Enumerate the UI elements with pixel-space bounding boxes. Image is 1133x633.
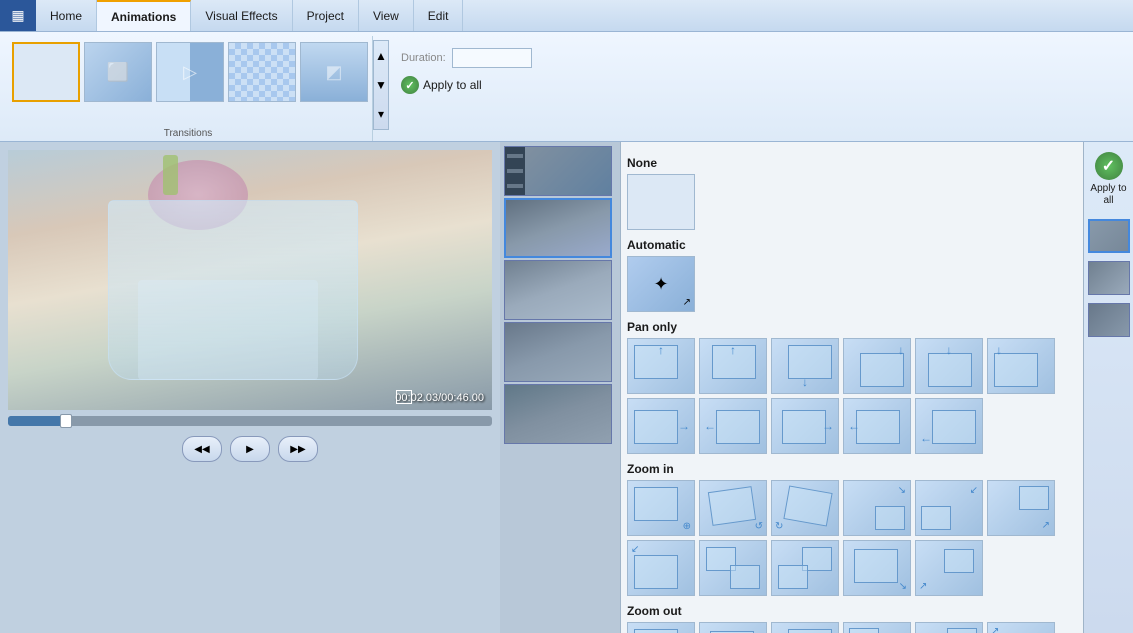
- video-preview: 00:02.03/00:46.00: [8, 150, 492, 410]
- pan-up[interactable]: ↑: [699, 338, 767, 394]
- zoom-out-5[interactable]: ↘: [915, 622, 983, 633]
- right-clip-2[interactable]: [1088, 261, 1130, 295]
- pan-left[interactable]: →: [627, 398, 695, 454]
- pan-only-grid: ↑ ↑ ↓ ↓ ↓: [627, 338, 1077, 454]
- tab-project[interactable]: Project: [293, 0, 359, 31]
- duration-row: Duration:: [401, 48, 532, 68]
- transition-split[interactable]: ◩: [300, 42, 368, 102]
- zoom-in-2[interactable]: ↺: [699, 480, 767, 536]
- forward-button[interactable]: ▶▶: [278, 436, 318, 462]
- automatic-grid: ✦ ↗: [627, 256, 1077, 312]
- strip-clip-4[interactable]: [504, 322, 612, 382]
- zoom-out-3[interactable]: ↗: [771, 622, 839, 633]
- zoom-in-7[interactable]: ↙: [627, 540, 695, 596]
- right-clip-1[interactable]: [1088, 219, 1130, 253]
- timeline-bar[interactable]: [8, 416, 492, 426]
- app-logo[interactable]: ▦: [0, 0, 36, 31]
- strip-clip-2[interactable]: [504, 198, 612, 258]
- zoom-in-10[interactable]: ↘: [843, 540, 911, 596]
- effects-panel: None Automatic ✦ ↗ Pan only ↑: [620, 142, 1083, 633]
- transitions-section: ⬜ ▷ ◩ Transitions: [4, 36, 373, 141]
- zoom-in-8[interactable]: [699, 540, 767, 596]
- play-icon: ▶: [246, 444, 254, 455]
- zoom-in-grid: ⊕ ↺ ↻ ↘ ↙: [627, 480, 1077, 596]
- ribbon: ⬜ ▷ ◩ Transitions ▲ ▼ ▾ Duration: ✓ Appl…: [0, 32, 1133, 142]
- zoom-in-11[interactable]: ↗: [915, 540, 983, 596]
- zoom-in-9[interactable]: [771, 540, 839, 596]
- strip-clip-1[interactable]: [504, 146, 612, 196]
- main-area: 00:02.03/00:46.00 ◀◀ ▶ ▶▶: [0, 142, 1133, 633]
- forward-icon: ▶▶: [290, 444, 305, 455]
- apply-icon: ✓: [1095, 152, 1123, 180]
- rewind-button[interactable]: ◀◀: [182, 436, 222, 462]
- zoom-in-6[interactable]: ↗: [987, 480, 1055, 536]
- video-panel: 00:02.03/00:46.00 ◀◀ ▶ ▶▶: [0, 142, 500, 633]
- apply-all-icon: ✓: [401, 76, 419, 94]
- category-zoom-out: Zoom out: [627, 604, 1077, 618]
- none-grid: [627, 174, 1077, 230]
- transition-wipe[interactable]: ▷: [156, 42, 224, 102]
- category-pan-only: Pan only: [627, 320, 1077, 334]
- category-automatic: Automatic: [627, 238, 1077, 252]
- pan-center[interactable]: ←: [843, 398, 911, 454]
- category-zoom-in: Zoom in: [627, 462, 1077, 476]
- pan-right[interactable]: ←: [699, 398, 767, 454]
- timeline-progress: [8, 416, 66, 426]
- scroll-down-icon: ▼: [375, 78, 387, 92]
- effect-automatic[interactable]: ✦ ↗: [627, 256, 695, 312]
- apply-panel: ✓ Apply to all: [1083, 142, 1133, 633]
- transition-dissolve[interactable]: ⬜: [84, 42, 152, 102]
- play-button[interactable]: ▶: [230, 436, 270, 462]
- video-expand-button[interactable]: [396, 390, 412, 404]
- pan-down[interactable]: ↓: [915, 338, 983, 394]
- effects-panel-inner: None Automatic ✦ ↗ Pan only ↑: [621, 142, 1083, 633]
- transition-none[interactable]: [12, 42, 80, 102]
- strip-clip-5[interactable]: [504, 384, 612, 444]
- zoom-out-2[interactable]: ↖: [699, 622, 767, 633]
- transitions-scroll[interactable]: ▲ ▼ ▾: [373, 40, 389, 130]
- pan-left-right[interactable]: →: [771, 398, 839, 454]
- zoom-out-grid: ⊖ ↖ ↗ ↙ ↘: [627, 622, 1077, 633]
- pan-down-right[interactable]: ↓: [843, 338, 911, 394]
- tab-home[interactable]: Home: [36, 0, 97, 31]
- pan-down-left[interactable]: ↓: [987, 338, 1055, 394]
- duration-label: Duration:: [401, 52, 446, 64]
- playback-controls: ◀◀ ▶ ▶▶: [8, 436, 492, 462]
- duration-input[interactable]: [452, 48, 532, 68]
- duration-section: Duration: ✓ Apply to all: [389, 40, 544, 102]
- apply-text: Apply to all: [1090, 183, 1127, 207]
- zoom-in-5[interactable]: ↙: [915, 480, 983, 536]
- pan-up-left[interactable]: ↑: [627, 338, 695, 394]
- tab-view[interactable]: View: [359, 0, 414, 31]
- apply-all-label: Apply to all: [423, 78, 482, 92]
- pan-right-left[interactable]: ←: [915, 398, 983, 454]
- apply-button[interactable]: ✓ Apply to all: [1086, 148, 1131, 211]
- menu-bar: ▦ Home Animations Visual Effects Project…: [0, 0, 1133, 32]
- scroll-up-icon: ▲: [375, 49, 387, 63]
- transition-checker[interactable]: [228, 42, 296, 102]
- logo-icon: ▦: [11, 7, 24, 24]
- category-none: None: [627, 156, 1077, 170]
- scroll-expand-icon: ▾: [378, 107, 384, 121]
- video-image: [8, 150, 492, 410]
- right-clip-3[interactable]: [1088, 303, 1130, 337]
- zoom-out-6[interactable]: ↗: [987, 622, 1055, 633]
- tab-edit[interactable]: Edit: [414, 0, 464, 31]
- pan-up-right[interactable]: ↓: [771, 338, 839, 394]
- apply-all-button[interactable]: ✓ Apply to all: [401, 76, 532, 94]
- zoom-in-4[interactable]: ↘: [843, 480, 911, 536]
- tab-visual-effects[interactable]: Visual Effects: [191, 0, 292, 31]
- transitions-label: Transitions: [4, 128, 372, 139]
- zoom-out-1[interactable]: ⊖: [627, 622, 695, 633]
- zoom-in-3[interactable]: ↻: [771, 480, 839, 536]
- transitions-list: ⬜ ▷ ◩: [12, 38, 368, 123]
- effect-none[interactable]: [627, 174, 695, 230]
- rewind-icon: ◀◀: [194, 444, 209, 455]
- strip-clip-3[interactable]: [504, 260, 612, 320]
- zoom-in-1[interactable]: ⊕: [627, 480, 695, 536]
- tab-animations[interactable]: Animations: [97, 0, 191, 31]
- timeline-handle[interactable]: [60, 414, 72, 428]
- timeline-strip: [500, 142, 620, 633]
- zoom-out-4[interactable]: ↙: [843, 622, 911, 633]
